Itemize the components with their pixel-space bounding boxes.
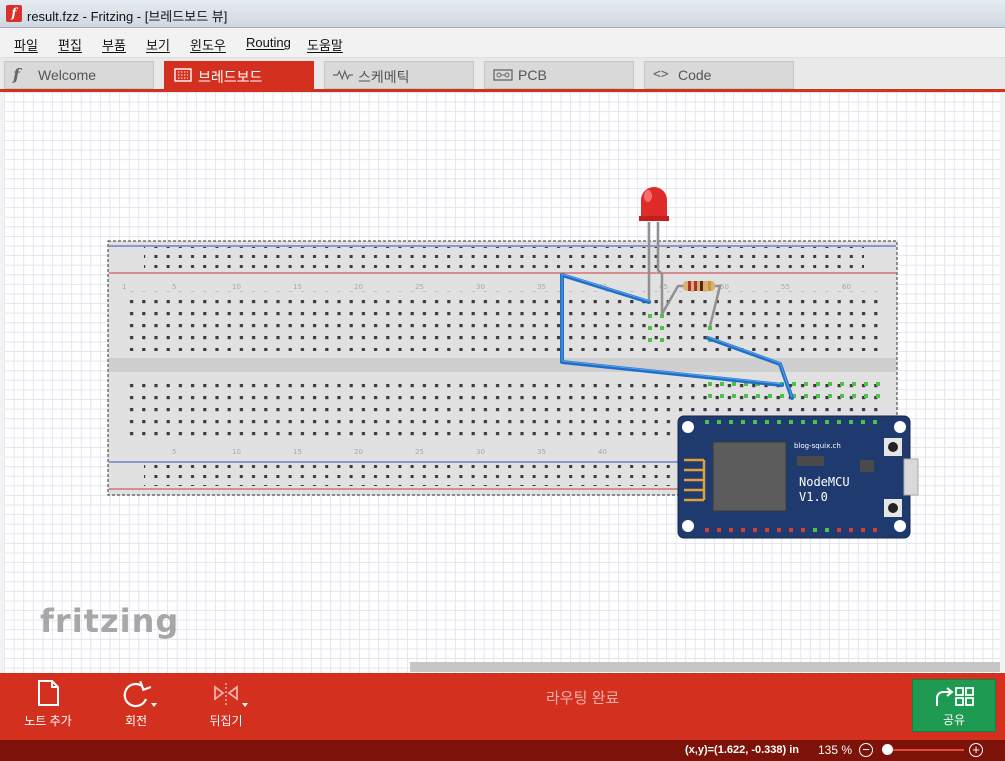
tab-label: Welcome	[38, 67, 97, 83]
tab-welcome[interactable]: f Welcome	[4, 61, 154, 89]
col-label-top: 50	[720, 283, 729, 291]
nodemcu-site-label: blog-squix.ch	[794, 442, 841, 450]
note-icon	[38, 680, 59, 706]
schematic-icon	[333, 69, 353, 81]
col-label-top: 35	[537, 283, 546, 291]
routing-status: 라우팅 완료	[546, 690, 620, 707]
menu-help[interactable]: 도움말	[307, 35, 343, 54]
col-label-top: 25	[415, 283, 424, 291]
pcb-icon	[493, 69, 513, 81]
share-icon	[936, 687, 974, 706]
col-label-bottom: 20	[354, 448, 363, 456]
zoom-level: 135 %	[818, 743, 853, 757]
col-label-top: 10	[232, 283, 241, 291]
tab-label: 스케메틱	[358, 69, 410, 85]
canvas-border-right	[1000, 92, 1005, 673]
tab-label: Code	[678, 67, 712, 83]
rotate-button[interactable]: 회전	[108, 673, 164, 740]
menu-file[interactable]: 파일	[14, 35, 38, 54]
tab-schematic[interactable]: 스케메틱	[324, 61, 474, 89]
menu-view[interactable]: 보기	[146, 35, 170, 54]
col-label-bottom: 25	[415, 448, 424, 456]
breadboard-canvas[interactable]: 1 5 10 15 20 25 30 35 40 45 50 55 60 5 1…	[4, 92, 1000, 673]
col-label-top: 30	[476, 283, 485, 291]
col-label-bottom: 15	[293, 448, 302, 456]
fritzing-logo: fritzing	[40, 602, 180, 640]
col-label-top: 55	[781, 283, 790, 291]
cursor-coordinates: (x,y)=(1.622, -0.338) in	[685, 744, 800, 756]
fritzing-f-icon: f	[13, 65, 20, 84]
zoom-out-button[interactable]: −	[859, 743, 873, 757]
zoom-slider-track[interactable]	[884, 749, 964, 751]
col-label-top: 45	[659, 283, 668, 291]
tab-pcb[interactable]: PCB	[484, 61, 634, 89]
window-title: result.fzz - Fritzing - [브레드보드 뷰]	[27, 9, 228, 24]
flip-button[interactable]: 뒤집기	[196, 673, 256, 740]
col-label-top: 15	[293, 283, 302, 291]
zoom-in-button[interactable]: +	[969, 743, 983, 757]
nodemcu-name-label: NodeMCU	[799, 475, 850, 489]
flip-icon	[214, 683, 248, 707]
menu-edit[interactable]: 편집	[58, 35, 82, 54]
col-label-top: 5	[172, 283, 176, 291]
col-label-bottom: 5	[172, 448, 176, 456]
title-bar: f result.fzz - Fritzing - [브레드보드 뷰]	[0, 0, 1005, 28]
nodemcu-version-label: V1.0	[799, 490, 828, 504]
col-label-top: 20	[354, 283, 363, 291]
breadboard-icon	[174, 68, 192, 82]
tab-label: PCB	[518, 67, 547, 83]
menu-window[interactable]: 윈도우	[190, 35, 226, 54]
col-label-bottom: 10	[232, 448, 241, 456]
col-label-top: 1	[122, 283, 126, 291]
menu-routing[interactable]: Routing	[246, 35, 291, 50]
fritzing-app-icon: f	[6, 5, 22, 22]
col-label-bottom: 35	[537, 448, 546, 456]
add-note-label: 노트 추가	[24, 714, 72, 728]
bottom-toolbar: 노트 추가 회전 뒤집기 라우팅 완료	[0, 673, 1005, 740]
flip-label: 뒤집기	[209, 714, 243, 728]
view-tab-bar: f Welcome 브레드보드 스케메틱 PCB <> Code	[0, 58, 1005, 92]
tab-code[interactable]: <> Code	[644, 61, 794, 89]
rotate-label: 회전	[124, 714, 148, 728]
share-button[interactable]: 공유	[912, 679, 996, 732]
col-label-bottom: 30	[476, 448, 485, 456]
add-note-button[interactable]: 노트 추가	[16, 673, 80, 740]
col-label-top: 60	[842, 283, 851, 291]
nodemcu-board[interactable]: blog-squix.ch NodeMCU V1.0	[677, 415, 919, 539]
circuit-drawing: 1 5 10 15 20 25 30 35 40 45 50 55 60 5 1…	[107, 187, 919, 539]
menu-parts[interactable]: 부품	[102, 35, 126, 54]
col-label-bottom: 40	[598, 448, 607, 456]
horizontal-scrollbar[interactable]	[410, 662, 1000, 672]
menu-bar: 파일 편집 부품 보기 윈도우 Routing 도움말	[0, 28, 1005, 58]
status-bar: (x,y)=(1.622, -0.338) in 135 % − +	[0, 740, 1005, 761]
tab-breadboard[interactable]: 브레드보드	[164, 61, 314, 89]
share-label: 공유	[942, 713, 966, 727]
tab-label: 브레드보드	[198, 69, 263, 85]
rotate-icon	[123, 680, 157, 708]
zoom-slider-handle[interactable]	[882, 744, 893, 755]
code-icon: <>	[653, 67, 669, 82]
